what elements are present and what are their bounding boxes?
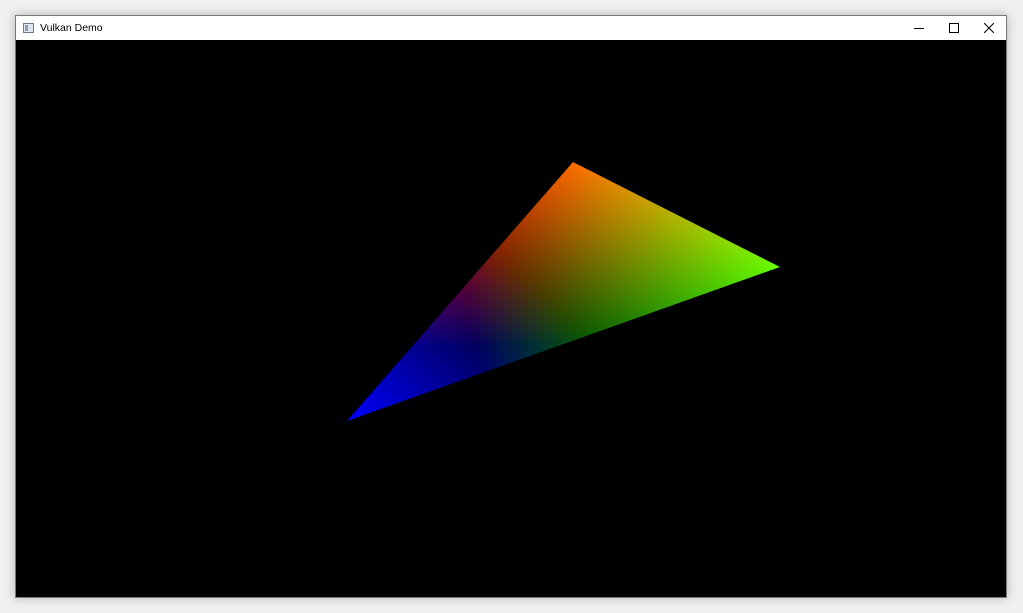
application-window-icon[interactable]	[23, 23, 34, 33]
render-canvas	[347, 162, 780, 421]
close-button[interactable]	[971, 16, 1006, 40]
title-bar[interactable]: Vulkan Demo	[16, 16, 1006, 40]
vulkan-demo-window: Vulkan Demo	[15, 15, 1007, 598]
minimize-button[interactable]	[901, 16, 936, 40]
window-controls	[901, 16, 1006, 40]
minimize-icon	[913, 28, 924, 29]
maximize-button[interactable]	[936, 16, 971, 40]
triangle-blue-channel	[347, 162, 780, 421]
window-title: Vulkan Demo	[40, 22, 103, 34]
maximize-icon	[948, 23, 959, 33]
render-viewport[interactable]	[16, 40, 1006, 597]
close-icon	[983, 23, 994, 33]
